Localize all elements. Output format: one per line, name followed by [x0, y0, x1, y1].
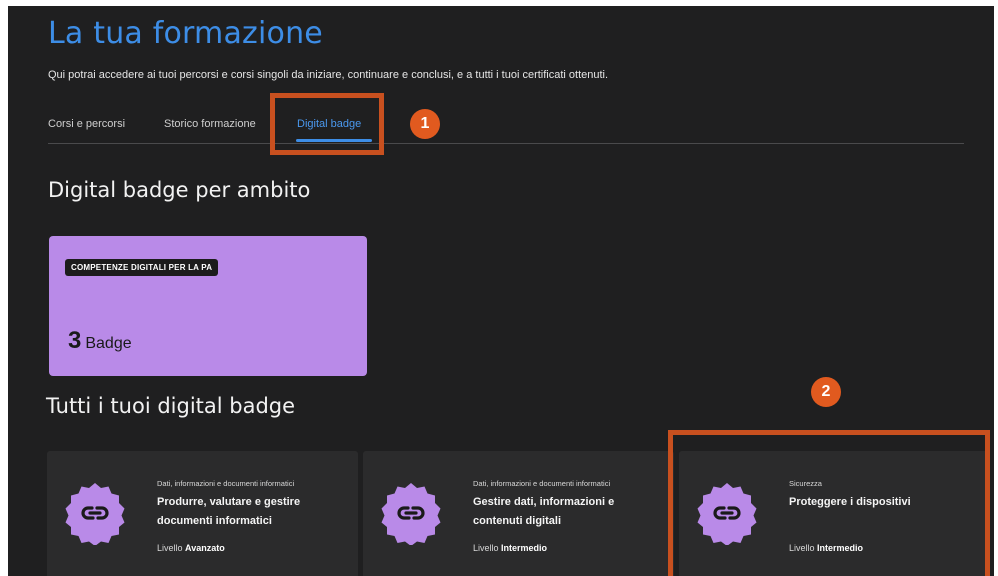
tab-bar: Corsi e percorsi Storico formazione Digi… [48, 118, 964, 144]
badge-domain: Dati, informazioni e documenti informati… [157, 479, 295, 488]
badge-count-label: Badge [85, 335, 132, 352]
area-card-competenze-digitali[interactable]: COMPETENZE DIGITALI PER LA PA 3 Badge [49, 236, 367, 376]
badge-level: Livello Avanzato [157, 543, 225, 553]
badge-card[interactable]: Dati, informazioni e documenti informati… [363, 451, 674, 576]
badge-card[interactable]: Dati, informazioni e documenti informati… [47, 451, 358, 576]
page-subtitle: Qui potrai accedere ai tuoi percorsi e c… [48, 69, 609, 81]
badge-level-value: Intermedio [501, 543, 548, 553]
tab-divider [48, 143, 964, 144]
tab-corsi-e-percorsi[interactable]: Corsi e percorsi [48, 118, 125, 130]
badge-count: 3 Badge [68, 327, 132, 355]
badge-domain: Dati, informazioni e documenti informati… [473, 479, 611, 488]
section-title-all-badges: Tutti i tuoi digital badge [46, 394, 296, 418]
section-title-by-area: Digital badge per ambito [48, 178, 311, 202]
area-chip: COMPETENZE DIGITALI PER LA PA [65, 259, 219, 276]
step-marker-2: 2 [811, 377, 841, 407]
link-badge-icon [381, 483, 441, 545]
highlight-box-tab [270, 93, 384, 155]
badge-level: Livello Intermedio [473, 543, 547, 553]
badge-count-number: 3 [68, 327, 82, 354]
link-badge-icon [65, 483, 125, 545]
tab-storico-formazione[interactable]: Storico formazione [164, 118, 256, 130]
badge-name: Produrre, valutare e gestire documenti i… [157, 496, 301, 527]
badge-level-value: Avanzato [185, 543, 225, 553]
step-marker-1: 1 [410, 109, 440, 139]
badge-name: Gestire dati, informazioni e contenuti d… [473, 496, 615, 527]
page-title: La tua formazione [48, 16, 323, 51]
badge-level-label: Livello [473, 543, 499, 553]
badge-level-label: Livello [157, 543, 183, 553]
highlight-box-badge [668, 430, 990, 576]
